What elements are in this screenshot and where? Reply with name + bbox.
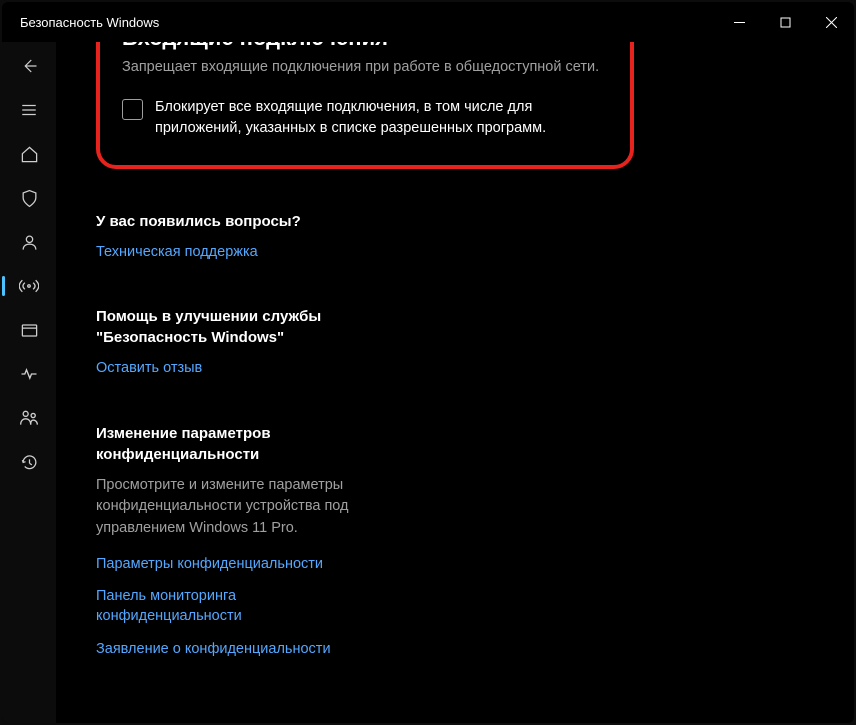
privacy-dashboard-link[interactable]: Панель мониторинга конфиденциальности xyxy=(96,586,376,627)
block-incoming-label: Блокирует все входящие подключения, в то… xyxy=(155,97,608,139)
feedback-heading: Помощь в улучшении службы "Безопасность … xyxy=(96,306,376,348)
home-icon[interactable] xyxy=(2,132,56,176)
minimize-button[interactable] xyxy=(716,2,762,42)
window-title: Безопасность Windows xyxy=(20,15,159,30)
shield-icon[interactable] xyxy=(2,176,56,220)
app-window: Безопасность Windows xyxy=(2,2,854,723)
block-incoming-checkbox[interactable] xyxy=(122,99,143,120)
incoming-description: Запрещает входящие подключения при работ… xyxy=(122,59,608,75)
titlebar: Безопасность Windows xyxy=(2,2,854,42)
privacy-settings-link[interactable]: Параметры конфиденциальности xyxy=(96,554,376,574)
firewall-icon[interactable] xyxy=(2,264,56,308)
tech-support-link[interactable]: Техническая поддержка xyxy=(96,242,376,262)
privacy-body: Просмотрите и измените параметры конфиде… xyxy=(96,475,376,540)
block-incoming-row: Блокирует все входящие подключения, в то… xyxy=(122,97,608,139)
sidebar xyxy=(2,42,56,723)
device-health-icon[interactable] xyxy=(2,352,56,396)
account-icon[interactable] xyxy=(2,220,56,264)
questions-heading: У вас появились вопросы? xyxy=(96,211,376,232)
family-icon[interactable] xyxy=(2,396,56,440)
close-button[interactable] xyxy=(808,2,854,42)
app-browser-icon[interactable] xyxy=(2,308,56,352)
back-button[interactable] xyxy=(2,44,56,88)
maximize-button[interactable] xyxy=(762,2,808,42)
privacy-heading: Изменение параметров конфиденциальности xyxy=(96,423,376,465)
history-icon[interactable] xyxy=(2,440,56,484)
questions-section: У вас появились вопросы? Техническая под… xyxy=(96,211,376,262)
content-scroll[interactable]: Входящие подключения Запрещает входящие … xyxy=(56,42,854,723)
window-controls xyxy=(716,2,854,42)
privacy-section: Изменение параметров конфиденциальности … xyxy=(96,423,376,659)
feedback-section: Помощь в улучшении службы "Безопасность … xyxy=(96,306,376,378)
feedback-link[interactable]: Оставить отзыв xyxy=(96,358,376,378)
incoming-heading: Входящие подключения xyxy=(122,42,608,51)
privacy-statement-link[interactable]: Заявление о конфиденциальности xyxy=(96,639,376,659)
menu-icon[interactable] xyxy=(2,88,56,132)
incoming-connections-panel: Входящие подключения Запрещает входящие … xyxy=(96,42,634,169)
